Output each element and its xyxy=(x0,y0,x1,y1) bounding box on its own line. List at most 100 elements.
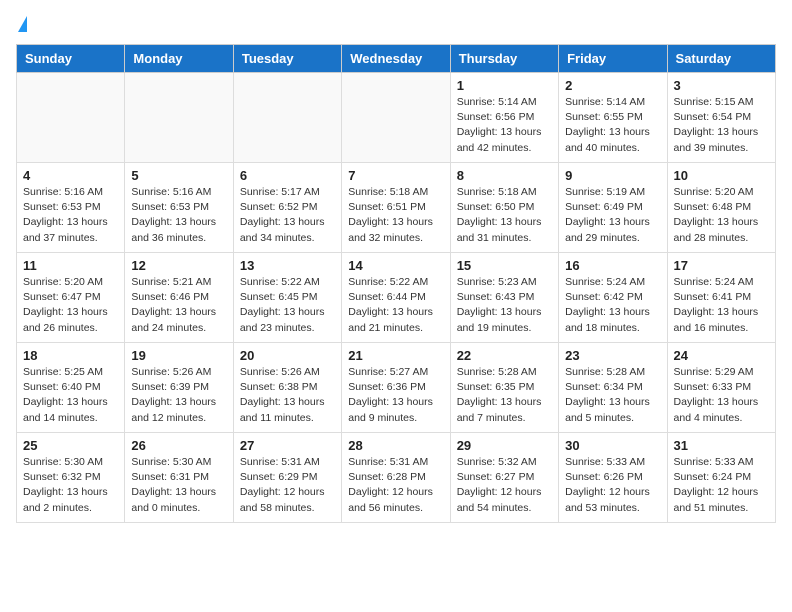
day-info: Sunrise: 5:28 AM Sunset: 6:34 PM Dayligh… xyxy=(565,365,660,426)
day-info: Sunrise: 5:33 AM Sunset: 6:26 PM Dayligh… xyxy=(565,455,660,516)
day-info: Sunrise: 5:28 AM Sunset: 6:35 PM Dayligh… xyxy=(457,365,552,426)
day-number: 19 xyxy=(131,348,226,363)
day-number: 2 xyxy=(565,78,660,93)
column-header-tuesday: Tuesday xyxy=(233,45,341,73)
calendar-body: 1 Sunrise: 5:14 AM Sunset: 6:56 PM Daylig… xyxy=(17,73,776,523)
day-number: 25 xyxy=(23,438,118,453)
day-info: Sunrise: 5:30 AM Sunset: 6:32 PM Dayligh… xyxy=(23,455,118,516)
day-info: Sunrise: 5:26 AM Sunset: 6:38 PM Dayligh… xyxy=(240,365,335,426)
calendar-table: SundayMondayTuesdayWednesdayThursdayFrid… xyxy=(16,44,776,523)
day-info: Sunrise: 5:31 AM Sunset: 6:29 PM Dayligh… xyxy=(240,455,335,516)
calendar-day-cell: 7 Sunrise: 5:18 AM Sunset: 6:51 PM Daylig… xyxy=(342,163,450,253)
column-header-monday: Monday xyxy=(125,45,233,73)
day-info: Sunrise: 5:23 AM Sunset: 6:43 PM Dayligh… xyxy=(457,275,552,336)
calendar-day-cell: 8Sunrise: 5:18 AM Sunset: 6:50 PM Daylig… xyxy=(450,163,558,253)
day-number: 11 xyxy=(23,258,118,273)
day-info: Sunrise: 5:22 AM Sunset: 6:44 PM Dayligh… xyxy=(348,275,443,336)
day-number: 26 xyxy=(131,438,226,453)
day-number: 20 xyxy=(240,348,335,363)
day-number: 18 xyxy=(23,348,118,363)
calendar-day-cell xyxy=(233,73,341,163)
day-info: Sunrise: 5:14 AM Sunset: 6:55 PM Dayligh… xyxy=(565,95,660,156)
calendar-day-cell: 21 Sunrise: 5:27 AM Sunset: 6:36 PM Dayli… xyxy=(342,343,450,433)
day-number: 10 xyxy=(674,168,769,183)
logo-triangle-icon xyxy=(18,16,27,32)
calendar-day-cell: 19 Sunrise: 5:26 AM Sunset: 6:39 PM Dayli… xyxy=(125,343,233,433)
calendar-day-cell: 1 Sunrise: 5:14 AM Sunset: 6:56 PM Daylig… xyxy=(450,73,558,163)
calendar-day-cell: 29Sunrise: 5:32 AM Sunset: 6:27 PM Dayli… xyxy=(450,433,558,523)
column-header-wednesday: Wednesday xyxy=(342,45,450,73)
day-number: 7 xyxy=(348,168,443,183)
calendar-day-cell: 10 Sunrise: 5:20 AM Sunset: 6:48 PM Dayli… xyxy=(667,163,775,253)
day-info: Sunrise: 5:16 AM Sunset: 6:53 PM Dayligh… xyxy=(131,185,226,246)
day-number: 31 xyxy=(674,438,769,453)
day-info: Sunrise: 5:14 AM Sunset: 6:56 PM Dayligh… xyxy=(457,95,552,156)
day-number: 17 xyxy=(674,258,769,273)
day-info: Sunrise: 5:33 AM Sunset: 6:24 PM Dayligh… xyxy=(674,455,769,516)
day-info: Sunrise: 5:19 AM Sunset: 6:49 PM Dayligh… xyxy=(565,185,660,246)
calendar-day-cell xyxy=(125,73,233,163)
calendar-day-cell: 11 Sunrise: 5:20 AM Sunset: 6:47 PM Dayli… xyxy=(17,253,125,343)
header xyxy=(16,16,776,32)
day-number: 3 xyxy=(674,78,769,93)
calendar-day-cell: 18Sunrise: 5:25 AM Sunset: 6:40 PM Dayli… xyxy=(17,343,125,433)
day-number: 15 xyxy=(457,258,552,273)
day-info: Sunrise: 5:29 AM Sunset: 6:33 PM Dayligh… xyxy=(674,365,769,426)
calendar-day-cell xyxy=(342,73,450,163)
calendar-day-cell: 12 Sunrise: 5:21 AM Sunset: 6:46 PM Dayli… xyxy=(125,253,233,343)
logo xyxy=(16,16,27,32)
day-number: 27 xyxy=(240,438,335,453)
day-number: 29 xyxy=(457,438,552,453)
calendar-header-row: SundayMondayTuesdayWednesdayThursdayFrid… xyxy=(17,45,776,73)
day-info: Sunrise: 5:31 AM Sunset: 6:28 PM Dayligh… xyxy=(348,455,443,516)
calendar-day-cell: 16Sunrise: 5:24 AM Sunset: 6:42 PM Dayli… xyxy=(559,253,667,343)
day-info: Sunrise: 5:24 AM Sunset: 6:42 PM Dayligh… xyxy=(565,275,660,336)
calendar-day-cell: 6 Sunrise: 5:17 AM Sunset: 6:52 PM Daylig… xyxy=(233,163,341,253)
day-number: 22 xyxy=(457,348,552,363)
calendar-day-cell: 28Sunrise: 5:31 AM Sunset: 6:28 PM Dayli… xyxy=(342,433,450,523)
calendar-day-cell xyxy=(17,73,125,163)
day-number: 13 xyxy=(240,258,335,273)
column-header-sunday: Sunday xyxy=(17,45,125,73)
calendar-day-cell: 25 Sunrise: 5:30 AM Sunset: 6:32 PM Dayli… xyxy=(17,433,125,523)
day-info: Sunrise: 5:21 AM Sunset: 6:46 PM Dayligh… xyxy=(131,275,226,336)
day-info: Sunrise: 5:16 AM Sunset: 6:53 PM Dayligh… xyxy=(23,185,118,246)
calendar-day-cell: 2 Sunrise: 5:14 AM Sunset: 6:55 PM Daylig… xyxy=(559,73,667,163)
day-info: Sunrise: 5:24 AM Sunset: 6:41 PM Dayligh… xyxy=(674,275,769,336)
day-info: Sunrise: 5:22 AM Sunset: 6:45 PM Dayligh… xyxy=(240,275,335,336)
day-number: 21 xyxy=(348,348,443,363)
calendar-week-row: 18Sunrise: 5:25 AM Sunset: 6:40 PM Dayli… xyxy=(17,343,776,433)
day-number: 30 xyxy=(565,438,660,453)
day-number: 1 xyxy=(457,78,552,93)
calendar-day-cell: 15 Sunrise: 5:23 AM Sunset: 6:43 PM Dayli… xyxy=(450,253,558,343)
calendar-day-cell: 27 Sunrise: 5:31 AM Sunset: 6:29 PM Dayli… xyxy=(233,433,341,523)
day-info: Sunrise: 5:15 AM Sunset: 6:54 PM Dayligh… xyxy=(674,95,769,156)
day-number: 8 xyxy=(457,168,552,183)
day-info: Sunrise: 5:26 AM Sunset: 6:39 PM Dayligh… xyxy=(131,365,226,426)
day-info: Sunrise: 5:20 AM Sunset: 6:47 PM Dayligh… xyxy=(23,275,118,336)
day-info: Sunrise: 5:30 AM Sunset: 6:31 PM Dayligh… xyxy=(131,455,226,516)
day-info: Sunrise: 5:18 AM Sunset: 6:51 PM Dayligh… xyxy=(348,185,443,246)
calendar-day-cell: 5Sunrise: 5:16 AM Sunset: 6:53 PM Daylig… xyxy=(125,163,233,253)
day-info: Sunrise: 5:17 AM Sunset: 6:52 PM Dayligh… xyxy=(240,185,335,246)
day-number: 4 xyxy=(23,168,118,183)
calendar-day-cell: 24Sunrise: 5:29 AM Sunset: 6:33 PM Dayli… xyxy=(667,343,775,433)
calendar-day-cell: 14 Sunrise: 5:22 AM Sunset: 6:44 PM Dayli… xyxy=(342,253,450,343)
calendar-day-cell: 9 Sunrise: 5:19 AM Sunset: 6:49 PM Daylig… xyxy=(559,163,667,253)
calendar-week-row: 1 Sunrise: 5:14 AM Sunset: 6:56 PM Daylig… xyxy=(17,73,776,163)
calendar-week-row: 25 Sunrise: 5:30 AM Sunset: 6:32 PM Dayli… xyxy=(17,433,776,523)
calendar-day-cell: 20 Sunrise: 5:26 AM Sunset: 6:38 PM Dayli… xyxy=(233,343,341,433)
day-info: Sunrise: 5:20 AM Sunset: 6:48 PM Dayligh… xyxy=(674,185,769,246)
calendar-day-cell: 4 Sunrise: 5:16 AM Sunset: 6:53 PM Daylig… xyxy=(17,163,125,253)
day-number: 6 xyxy=(240,168,335,183)
day-number: 14 xyxy=(348,258,443,273)
calendar-day-cell: 13 Sunrise: 5:22 AM Sunset: 6:45 PM Dayli… xyxy=(233,253,341,343)
day-info: Sunrise: 5:27 AM Sunset: 6:36 PM Dayligh… xyxy=(348,365,443,426)
calendar-day-cell: 31 Sunrise: 5:33 AM Sunset: 6:24 PM Dayli… xyxy=(667,433,775,523)
calendar-day-cell: 30 Sunrise: 5:33 AM Sunset: 6:26 PM Dayli… xyxy=(559,433,667,523)
day-number: 9 xyxy=(565,168,660,183)
calendar-week-row: 4 Sunrise: 5:16 AM Sunset: 6:53 PM Daylig… xyxy=(17,163,776,253)
calendar-day-cell: 22 Sunrise: 5:28 AM Sunset: 6:35 PM Dayli… xyxy=(450,343,558,433)
day-number: 12 xyxy=(131,258,226,273)
column-header-thursday: Thursday xyxy=(450,45,558,73)
